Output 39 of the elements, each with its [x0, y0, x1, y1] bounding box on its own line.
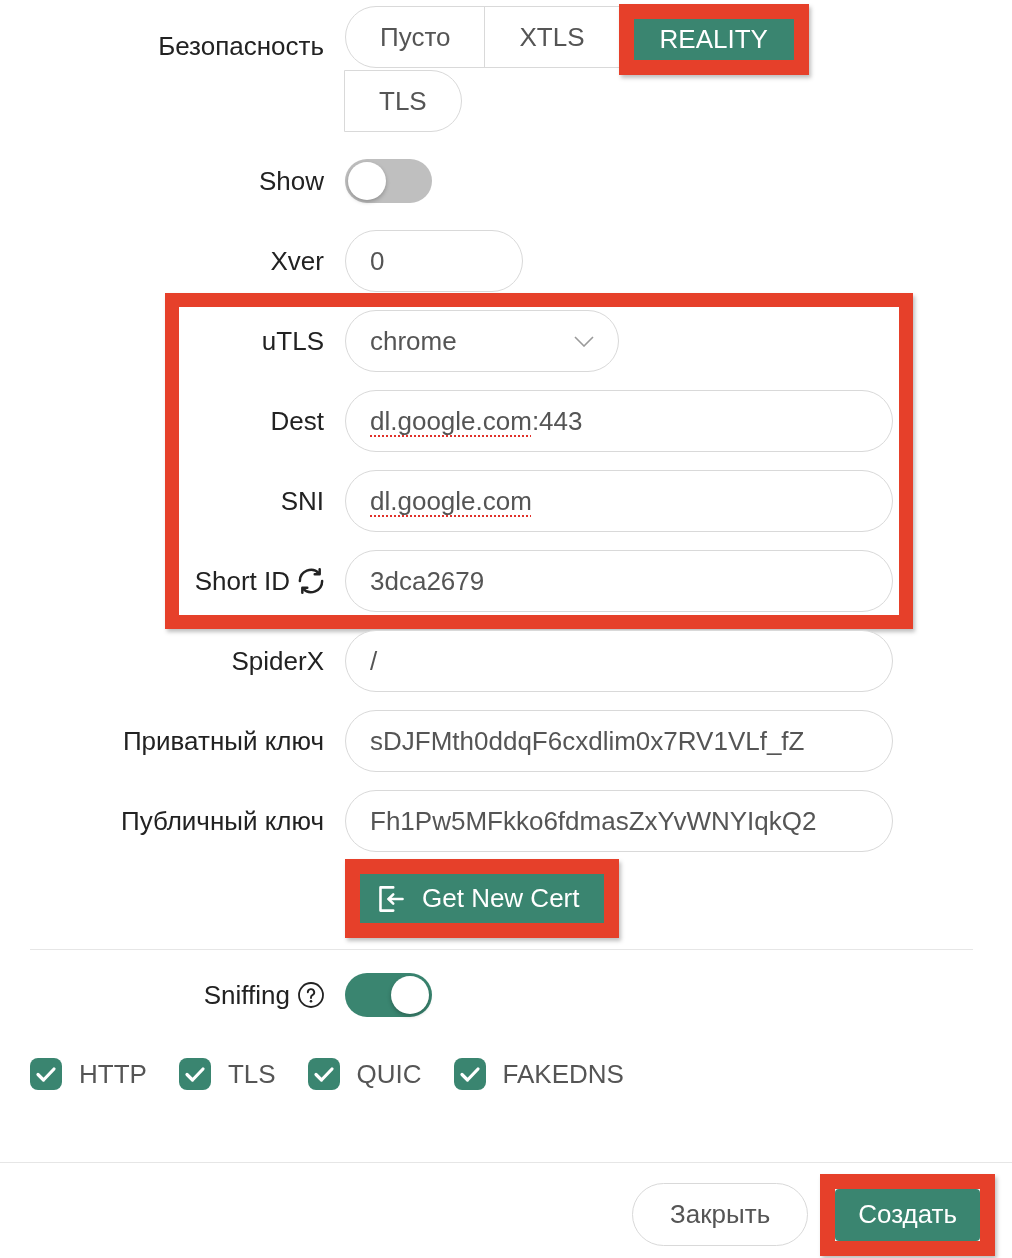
checkbox[interactable]: [307, 1058, 340, 1090]
refresh-icon[interactable]: [298, 568, 324, 594]
checkbox[interactable]: [178, 1058, 211, 1090]
field-label: Sniffing: [203, 980, 290, 1010]
field-label: Xver: [270, 246, 324, 276]
option-button[interactable]: TLS: [344, 70, 462, 132]
text-field[interactable]: 3dca2679: [345, 550, 893, 612]
option-button[interactable]: REALITY: [633, 19, 794, 60]
text-field[interactable]: sDJFMth0ddqF6cxdlim0x7RV1VLf_fZ: [345, 710, 893, 772]
field-label: Dest: [270, 406, 324, 436]
checkbox-label: TLS: [227, 1058, 276, 1090]
text-field[interactable]: /: [345, 630, 893, 692]
create-button[interactable]: Создать: [835, 1188, 980, 1241]
number-field[interactable]: 0: [345, 230, 523, 292]
checkbox-label: HTTP: [79, 1058, 147, 1090]
select-field[interactable]: chrome: [345, 310, 619, 372]
checkbox-label: QUIC: [356, 1058, 422, 1090]
field-label: Безопасность: [158, 31, 324, 61]
help-icon[interactable]: [298, 982, 324, 1008]
checkbox[interactable]: [30, 1058, 62, 1090]
checkbox[interactable]: [453, 1058, 486, 1090]
get-cert-button[interactable]: Get New Cert: [360, 874, 604, 923]
text-field[interactable]: dl.google.com: [345, 470, 893, 532]
toggle-switch[interactable]: [345, 973, 432, 1017]
field-label: SNI: [280, 486, 324, 516]
field-label: Short ID: [194, 566, 290, 596]
field-label: Show: [258, 166, 324, 196]
close-button[interactable]: Закрыть: [632, 1183, 809, 1246]
checkbox-label: FAKEDNS: [502, 1058, 624, 1090]
option-button[interactable]: Пусто: [345, 6, 486, 68]
text-field[interactable]: Fh1Pw5MFkko6fdmasZxYvWNYIqkQ2: [345, 790, 893, 852]
text-field[interactable]: dl.google.com:443: [345, 390, 893, 452]
field-label: uTLS: [261, 326, 324, 356]
field-label: Приватный ключ: [122, 726, 324, 756]
chevron-down-icon: [574, 335, 594, 347]
field-label: SpiderX: [231, 646, 324, 676]
field-label: Публичный ключ: [120, 806, 324, 836]
option-button[interactable]: XTLS: [484, 6, 620, 68]
toggle-switch[interactable]: [345, 159, 432, 203]
